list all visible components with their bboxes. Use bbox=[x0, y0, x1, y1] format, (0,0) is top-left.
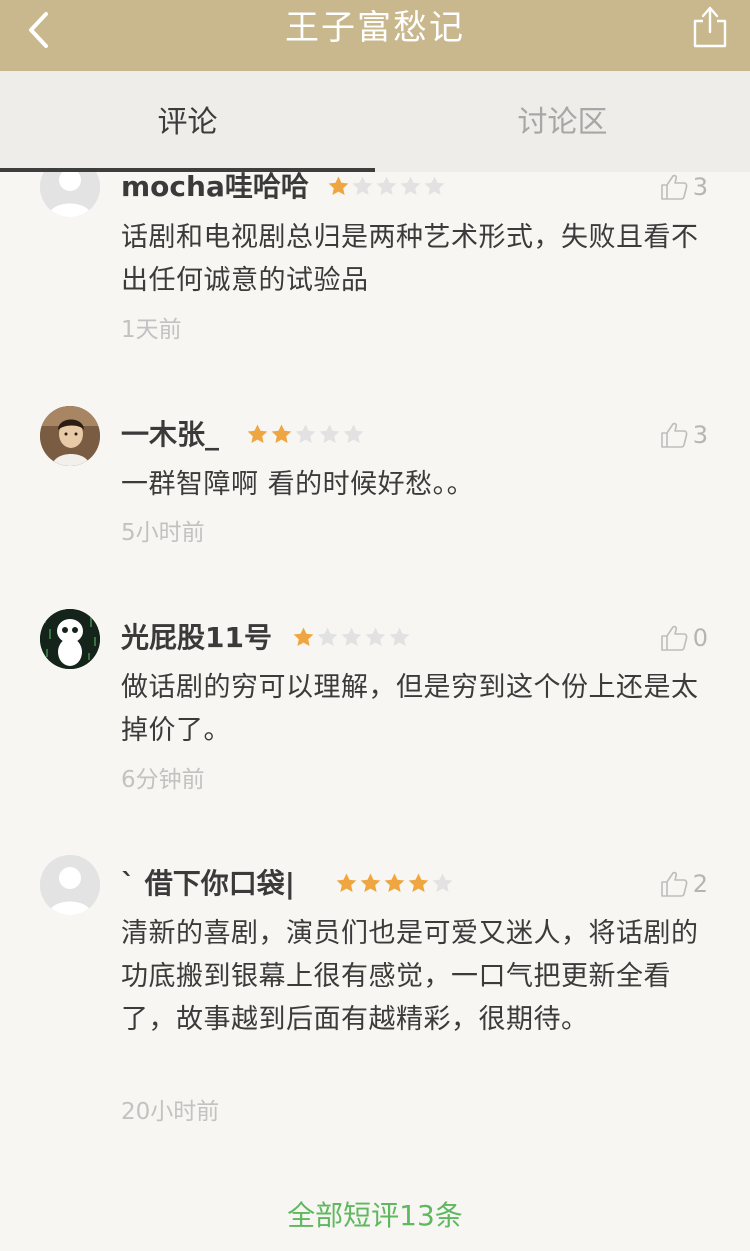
thumbs-up-icon bbox=[660, 174, 688, 200]
thumbs-up-icon bbox=[660, 422, 688, 448]
tab-discussion[interactable]: 讨论区 bbox=[375, 71, 750, 168]
star-empty-icon bbox=[424, 176, 445, 196]
star-empty-icon bbox=[365, 627, 386, 647]
page-title: 王子富愁记 bbox=[285, 8, 465, 48]
review-time: 6分钟前 bbox=[121, 767, 205, 793]
thumbs-up-icon bbox=[660, 625, 688, 651]
like-button[interactable]: 3 bbox=[659, 418, 708, 452]
star-empty-icon bbox=[295, 424, 316, 444]
review-username[interactable]: mocha哇哈哈 bbox=[121, 172, 309, 204]
rating-stars bbox=[292, 626, 411, 650]
star-filled-icon bbox=[408, 873, 429, 893]
star-empty-icon bbox=[352, 176, 373, 196]
review-time: 20小时前 bbox=[121, 1099, 220, 1125]
star-empty-icon bbox=[376, 176, 397, 196]
star-filled-icon bbox=[360, 873, 381, 893]
thumbs-up-icon bbox=[660, 871, 688, 897]
tab-reviews[interactable]: 评论 bbox=[0, 71, 375, 168]
rating-stars bbox=[335, 872, 454, 896]
all-reviews-link[interactable]: 全部短评13条 bbox=[0, 1196, 750, 1236]
star-filled-icon bbox=[293, 627, 314, 647]
review-time: 1天前 bbox=[121, 317, 182, 343]
review-text: 清新的喜剧，演员们也是可爱又迷人，将话剧的功底搬到银幕上很有感觉，一口气把更新全… bbox=[121, 918, 699, 1035]
like-button[interactable]: 0 bbox=[659, 621, 708, 655]
star-filled-icon bbox=[271, 424, 292, 444]
star-empty-icon bbox=[400, 176, 421, 196]
review-username[interactable]: ˋ 借下你口袋| bbox=[121, 867, 295, 901]
like-button[interactable]: 2 bbox=[659, 867, 708, 901]
review-username[interactable]: 光屁股11号 bbox=[121, 621, 272, 655]
star-empty-icon bbox=[317, 627, 338, 647]
share-icon bbox=[693, 6, 727, 48]
review-text: 一群智障啊 看的时候好愁。。 bbox=[121, 469, 475, 500]
avatar[interactable] bbox=[40, 172, 100, 217]
star-empty-icon bbox=[341, 627, 362, 647]
review-list[interactable]: mocha哇哈哈 3 话剧和电视剧总归是两种艺术形式，失败且看不出任何诚意的试验… bbox=[0, 172, 750, 1251]
star-empty-icon bbox=[343, 424, 364, 444]
review-time: 5小时前 bbox=[121, 520, 205, 546]
star-empty-icon bbox=[389, 627, 410, 647]
nav-bar: 王子富愁记 bbox=[0, 0, 750, 71]
rating-stars bbox=[327, 175, 446, 199]
star-empty-icon bbox=[319, 424, 340, 444]
like-count: 3 bbox=[692, 421, 708, 449]
star-filled-icon bbox=[247, 424, 268, 444]
like-count: 0 bbox=[692, 624, 708, 652]
avatar[interactable] bbox=[40, 609, 100, 669]
star-empty-icon bbox=[432, 873, 453, 893]
like-button[interactable]: 3 bbox=[659, 172, 708, 204]
review-username[interactable]: 一木张_ bbox=[121, 418, 219, 452]
tab-bar: 评论 讨论区 bbox=[0, 71, 750, 172]
like-count: 3 bbox=[692, 173, 708, 201]
star-filled-icon bbox=[384, 873, 405, 893]
avatar[interactable] bbox=[40, 855, 100, 915]
star-filled-icon bbox=[328, 176, 349, 196]
review-text: 做话剧的穷可以理解，但是穷到这个份上还是太掉价了。 bbox=[121, 672, 699, 746]
like-count: 2 bbox=[692, 870, 708, 898]
rating-stars bbox=[246, 423, 365, 447]
review-text: 话剧和电视剧总归是两种艺术形式，失败且看不出任何诚意的试验品 bbox=[121, 222, 699, 296]
share-button[interactable] bbox=[690, 4, 730, 50]
star-filled-icon bbox=[336, 873, 357, 893]
avatar[interactable] bbox=[40, 406, 100, 466]
